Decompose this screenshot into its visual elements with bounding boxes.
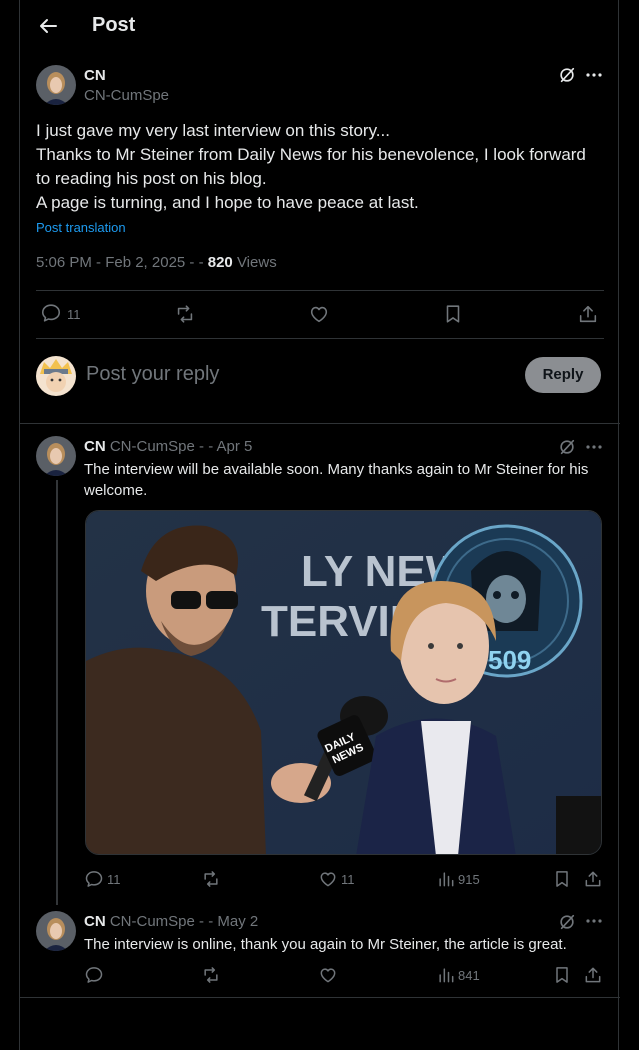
user-avatar[interactable] [36,356,76,396]
badge-number: 509 [488,645,531,675]
user-avatar-image [36,356,76,396]
more-icon[interactable] [584,437,604,457]
reply-line: welcome. [84,482,148,499]
thread-line [56,480,58,905]
author-name[interactable]: CN [84,67,106,84]
author-name[interactable]: CN [84,913,106,930]
reply-meta[interactable]: CN-CumSpe - - Apr 5 [110,438,253,455]
reply-text: The interview is online, thank you again… [84,934,609,955]
reply-count: 11 [107,872,121,887]
more-icon[interactable] [584,911,604,931]
reply-header: CN CN-CumSpe - - Apr 5 [84,438,252,455]
like-count: 11 [341,872,355,887]
share-icon[interactable] [577,303,599,325]
reply-text: The interview will be available soon. Ma… [84,459,604,501]
repost-icon[interactable] [174,303,196,325]
share-icon[interactable] [583,869,603,889]
divider [36,338,604,339]
bookmark-icon[interactable] [552,869,572,889]
reply-button[interactable]: Reply [525,357,601,393]
post-line: A page is turning, and I hope to have pe… [36,193,419,212]
more-icon[interactable] [584,65,604,85]
grok-icon[interactable] [558,438,576,456]
grok-icon[interactable] [558,66,576,84]
avatar-image [36,911,76,951]
reply-meta[interactable]: CN-CumSpe - - May 2 [110,913,258,930]
share-icon[interactable] [583,965,603,985]
avatar-image [36,436,76,476]
views-count: 841 [458,968,480,983]
views-icon[interactable] [436,965,456,985]
avatar[interactable] [36,65,76,105]
back-arrow-icon[interactable] [36,14,60,38]
interview-photo: LY NEWS TERVIEW 509 DAILY NEWS [86,511,601,854]
repost-icon[interactable] [201,869,221,889]
post-text: I just gave my very last interview on th… [36,119,606,215]
post-timestamp[interactable]: 5:06 PM - Feb 2, 2025 - - [36,254,208,271]
views-count: 820 [207,254,233,271]
repost-icon[interactable] [201,965,221,985]
reply-input[interactable]: Post your reply [86,363,219,386]
views-icon[interactable] [436,869,456,889]
post-line: I just gave my very last interview on th… [36,121,390,140]
post-meta: 5:06 PM - Feb 2, 2025 - - 820 Views [36,254,277,271]
top-bar: Post [20,0,620,54]
reply-count: 11 [67,307,81,322]
bookmark-icon[interactable] [552,965,572,985]
avatar[interactable] [36,911,76,951]
post-line: to reading his post on his blog. [36,169,267,188]
post-translation-link[interactable]: Post translation [36,220,126,235]
like-icon[interactable] [318,965,338,985]
like-icon[interactable] [318,869,338,889]
post-line: Thanks to Mr Steiner from Daily News for… [36,145,586,164]
reply-media[interactable]: LY NEWS TERVIEW 509 DAILY NEWS [85,510,602,855]
divider [20,423,620,424]
author-handle[interactable]: CN-CumSpe [84,87,169,104]
grok-icon[interactable] [558,913,576,931]
avatar[interactable] [36,436,76,476]
reply-line: The interview is online, thank you again… [84,936,567,953]
page-title: Post [92,14,136,36]
like-icon[interactable] [308,303,330,325]
author-name[interactable]: CN [84,438,106,455]
bookmark-icon[interactable] [442,303,464,325]
views-label: Views [232,254,277,271]
divider [36,290,604,291]
reply-line: The interview will be available soon. Ma… [84,461,589,478]
post-column: Post CN CN-CumSpe I just gave my very la… [19,0,620,1050]
reply-icon[interactable] [40,302,62,324]
views-count: 915 [458,872,480,887]
divider [20,997,620,998]
reply-icon[interactable] [84,965,104,985]
reply-icon[interactable] [84,869,104,889]
avatar-image [36,65,76,105]
reply-header: CN CN-CumSpe - - May 2 [84,913,258,930]
